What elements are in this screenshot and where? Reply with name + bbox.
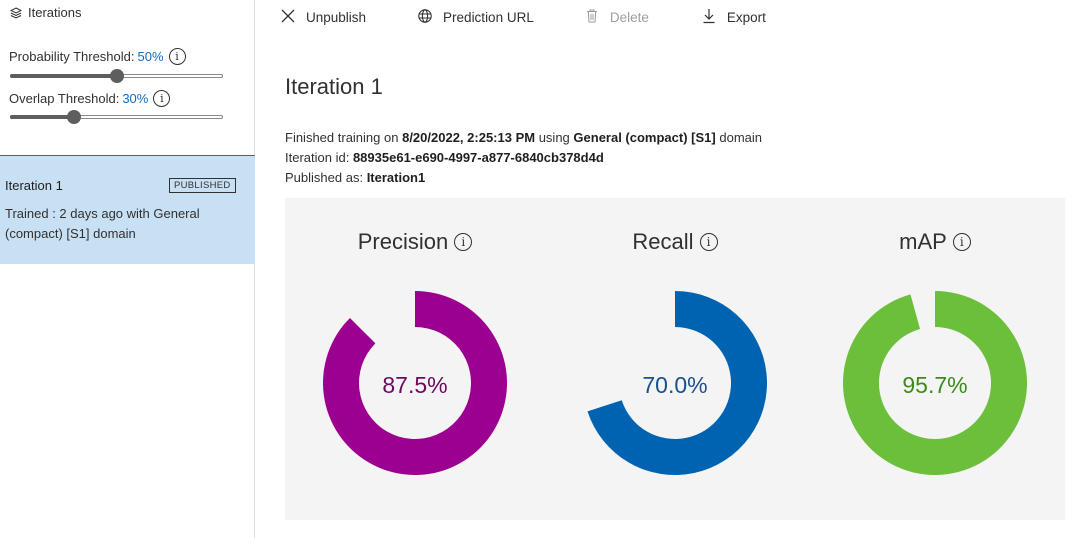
prediction-url-button[interactable]: Prediction URL (417, 8, 534, 27)
iteration-list-item[interactable]: Iteration 1 PUBLISHED Trained : 2 days a… (0, 156, 255, 264)
download-icon (701, 8, 727, 27)
overlap-threshold-slider[interactable] (10, 110, 223, 124)
unpublish-label: Unpublish (306, 9, 367, 25)
prediction-url-label: Prediction URL (443, 9, 534, 25)
delete-button[interactable]: Delete (584, 8, 649, 27)
published-badge: PUBLISHED (169, 178, 236, 193)
iterations-header[interactable]: Iterations (10, 5, 81, 20)
overlap-threshold: Overlap Threshold: 30% i (9, 90, 171, 107)
slider-thumb[interactable] (109, 69, 124, 83)
overlap-threshold-label: Overlap Threshold: (9, 91, 120, 106)
domain-name: General (compact) [S1] (573, 130, 716, 145)
toolbar: Unpublish Prediction URL Delete Export (280, 6, 766, 28)
info-icon[interactable]: i (168, 48, 186, 65)
finished-date: 8/20/2022, 2:25:13 PM (402, 130, 536, 145)
overlap-threshold-value: 30% (122, 91, 149, 106)
unpublish-button[interactable]: Unpublish (280, 8, 366, 27)
slider-fill (10, 74, 117, 78)
iteration-id-label: Iteration id: (285, 150, 350, 165)
precision-title: Precision i (285, 229, 545, 255)
published-as-value: Iteration1 (366, 170, 426, 185)
info-icon[interactable]: i (454, 233, 473, 251)
map-label: mAP (899, 229, 947, 254)
using-word: using (538, 130, 570, 145)
finished-prefix: Finished training on (285, 130, 399, 145)
slider-fill (10, 115, 74, 119)
recall-title: Recall i (545, 229, 805, 255)
trash-icon (584, 8, 610, 27)
iteration-id-row: Iteration id: 88935e61-e690-4997-a877-68… (285, 150, 604, 165)
close-icon (280, 8, 306, 27)
probability-threshold: Probability Threshold: 50% i (9, 48, 186, 65)
iteration-description: Trained : 2 days ago with General (compa… (5, 206, 200, 241)
precision-label: Precision (357, 229, 449, 254)
probability-threshold-value: 50% (137, 49, 164, 64)
sidebar: Iterations Probability Threshold: 50% i … (0, 0, 255, 538)
info-icon[interactable]: i (699, 233, 718, 251)
export-label: Export (726, 9, 766, 25)
published-as-label: Published as: (285, 170, 364, 185)
delete-label: Delete (609, 9, 649, 25)
slider-thumb[interactable] (66, 110, 81, 124)
info-icon[interactable]: i (153, 90, 171, 107)
domain-suffix: domain (719, 130, 762, 145)
globe-icon (417, 8, 443, 27)
probability-threshold-label: Probability Threshold: (9, 49, 135, 64)
metrics-panel: Precision i 87.5% Recall i 70.0% mAP i 9… (285, 198, 1065, 520)
precision-value: 87.5% (382, 372, 448, 398)
training-info: Finished training on 8/20/2022, 2:25:13 … (285, 130, 762, 145)
layers-icon (10, 6, 22, 19)
iterations-header-label: Iterations (28, 5, 82, 20)
recall-metric: Recall i 70.0% (545, 198, 805, 520)
precision-metric: Precision i 87.5% (285, 198, 545, 520)
recall-value: 70.0% (642, 372, 708, 398)
map-metric: mAP i 95.7% (805, 198, 1065, 520)
probability-threshold-slider[interactable] (10, 69, 223, 83)
export-button[interactable]: Export (701, 8, 766, 27)
map-title: mAP i (805, 229, 1065, 255)
published-as-row: Published as: Iteration1 (285, 170, 425, 185)
recall-label: Recall (632, 229, 694, 254)
info-icon[interactable]: i (952, 233, 971, 251)
page-title: Iteration 1 (285, 74, 383, 99)
iteration-name: Iteration 1 (5, 178, 63, 193)
iteration-id-value: 88935e61-e690-4997-a877-6840cb378d4d (352, 150, 604, 165)
map-value: 95.7% (902, 372, 968, 398)
